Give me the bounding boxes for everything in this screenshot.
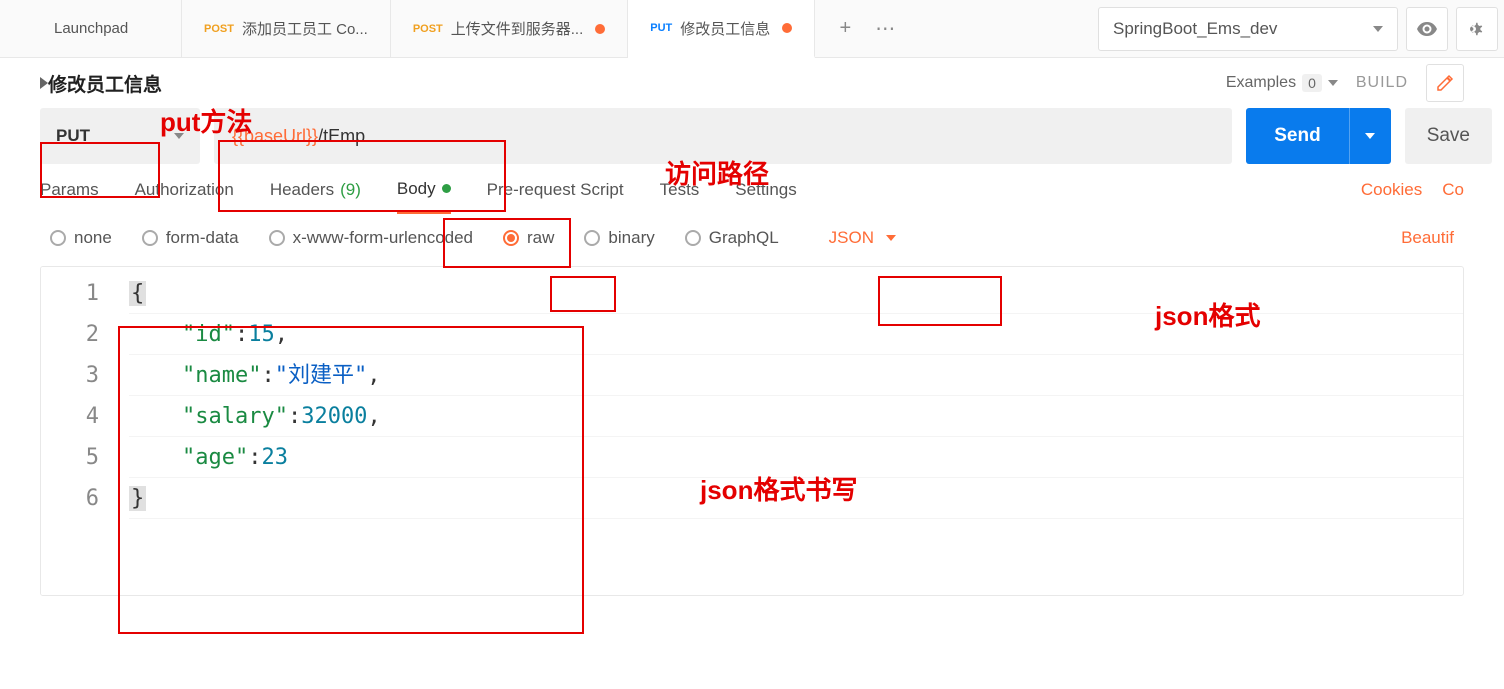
- code-link[interactable]: Co: [1442, 180, 1464, 200]
- http-method-select[interactable]: PUT: [40, 108, 200, 164]
- gear-icon: [1469, 21, 1485, 37]
- radio-icon: [50, 230, 66, 246]
- tab-bar: Launchpad POST 添加员工员工 Co... POST 上传文件到服务…: [0, 0, 1504, 58]
- caret-right-icon[interactable]: [40, 77, 48, 89]
- code-content[interactable]: { "id":15, "name":"刘建平", "salary":32000,…: [119, 267, 1463, 595]
- chevron-down-icon: [886, 235, 896, 241]
- url-input[interactable]: {{baseUrl}}/tEmp: [214, 108, 1232, 164]
- unsaved-icon: [595, 24, 605, 34]
- tab-label: 添加员工员工 Co...: [242, 18, 368, 39]
- build-button[interactable]: BUILD: [1356, 74, 1408, 92]
- chevron-down-icon: [1328, 80, 1338, 86]
- tab-label: 修改员工信息: [680, 18, 770, 39]
- chevron-down-icon: [174, 133, 184, 139]
- radio-icon: [503, 230, 519, 246]
- tab-modify-emp[interactable]: PUT 修改员工信息: [628, 0, 815, 58]
- body-indicator-icon: [442, 184, 451, 193]
- tab-body[interactable]: Body: [397, 167, 451, 214]
- tab-upload[interactable]: POST 上传文件到服务器...: [391, 0, 628, 57]
- eye-icon: [1417, 22, 1437, 36]
- chevron-down-icon: [1373, 26, 1383, 32]
- url-bar: PUT {{baseUrl}}/tEmp Send Save: [40, 108, 1492, 164]
- env-area: SpringBoot_Ems_dev: [1098, 0, 1504, 57]
- tab-headers[interactable]: Headers (9): [270, 168, 361, 212]
- headers-count: (9): [340, 180, 361, 200]
- body-language-select[interactable]: JSON: [829, 228, 896, 248]
- http-method: PUT: [650, 22, 672, 34]
- pencil-icon: [1436, 74, 1454, 92]
- radio-formdata[interactable]: form-data: [142, 228, 239, 248]
- tab-launchpad[interactable]: Launchpad: [32, 0, 182, 57]
- body-editor[interactable]: 1 2 3 4 5 6 { "id":15, "name":"刘建平", "sa…: [40, 266, 1464, 596]
- method-label: PUT: [56, 126, 90, 146]
- request-header: 修改员工信息 Examples 0 BUILD: [0, 58, 1504, 108]
- unsaved-icon: [782, 23, 792, 33]
- env-name: SpringBoot_Ems_dev: [1113, 19, 1277, 39]
- chevron-down-icon: [1365, 133, 1375, 139]
- cookies-link[interactable]: Cookies: [1361, 180, 1422, 200]
- tab-authorization[interactable]: Authorization: [135, 168, 234, 212]
- examples-count: 0: [1302, 74, 1322, 92]
- radio-icon: [142, 230, 158, 246]
- tab-actions: + ⋯: [815, 0, 915, 57]
- tab-settings[interactable]: Settings: [735, 168, 796, 212]
- tab-menu-button[interactable]: ⋯: [865, 9, 905, 49]
- save-button[interactable]: Save: [1405, 108, 1492, 164]
- radio-raw[interactable]: raw: [503, 228, 554, 248]
- send-button[interactable]: Send: [1246, 108, 1348, 164]
- tab-tests[interactable]: Tests: [660, 168, 700, 212]
- url-variable: {{baseUrl}}: [232, 126, 318, 147]
- line-gutter: 1 2 3 4 5 6: [41, 267, 119, 595]
- radio-icon: [584, 230, 600, 246]
- body-type-radios: none form-data x-www-form-urlencoded raw…: [0, 216, 1504, 260]
- environment-select[interactable]: SpringBoot_Ems_dev: [1098, 7, 1398, 51]
- send-options-button[interactable]: [1349, 108, 1391, 164]
- radio-binary[interactable]: binary: [584, 228, 654, 248]
- tab-params[interactable]: Params: [40, 168, 99, 212]
- radio-icon: [269, 230, 285, 246]
- radio-graphql[interactable]: GraphQL: [685, 228, 779, 248]
- tab-label: Launchpad: [54, 20, 128, 37]
- comment-button[interactable]: [1426, 64, 1464, 102]
- radio-none[interactable]: none: [50, 228, 112, 248]
- http-method: POST: [204, 23, 234, 35]
- examples-button[interactable]: Examples 0: [1226, 74, 1338, 92]
- tab-add-emp[interactable]: POST 添加员工员工 Co...: [182, 0, 391, 57]
- request-tabs: Params Authorization Headers (9) Body Pr…: [0, 164, 1504, 216]
- env-quicklook-button[interactable]: [1406, 7, 1448, 51]
- http-method: POST: [413, 23, 443, 35]
- tab-label: 上传文件到服务器...: [451, 18, 584, 39]
- tab-prerequest[interactable]: Pre-request Script: [487, 168, 624, 212]
- env-settings-button[interactable]: [1456, 7, 1498, 51]
- new-tab-button[interactable]: +: [825, 9, 865, 49]
- url-path: /tEmp: [318, 126, 365, 147]
- beautify-button[interactable]: Beautif: [1401, 228, 1454, 248]
- radio-icon: [685, 230, 701, 246]
- radio-xwww[interactable]: x-www-form-urlencoded: [269, 228, 473, 248]
- request-name: 修改员工信息: [48, 70, 162, 97]
